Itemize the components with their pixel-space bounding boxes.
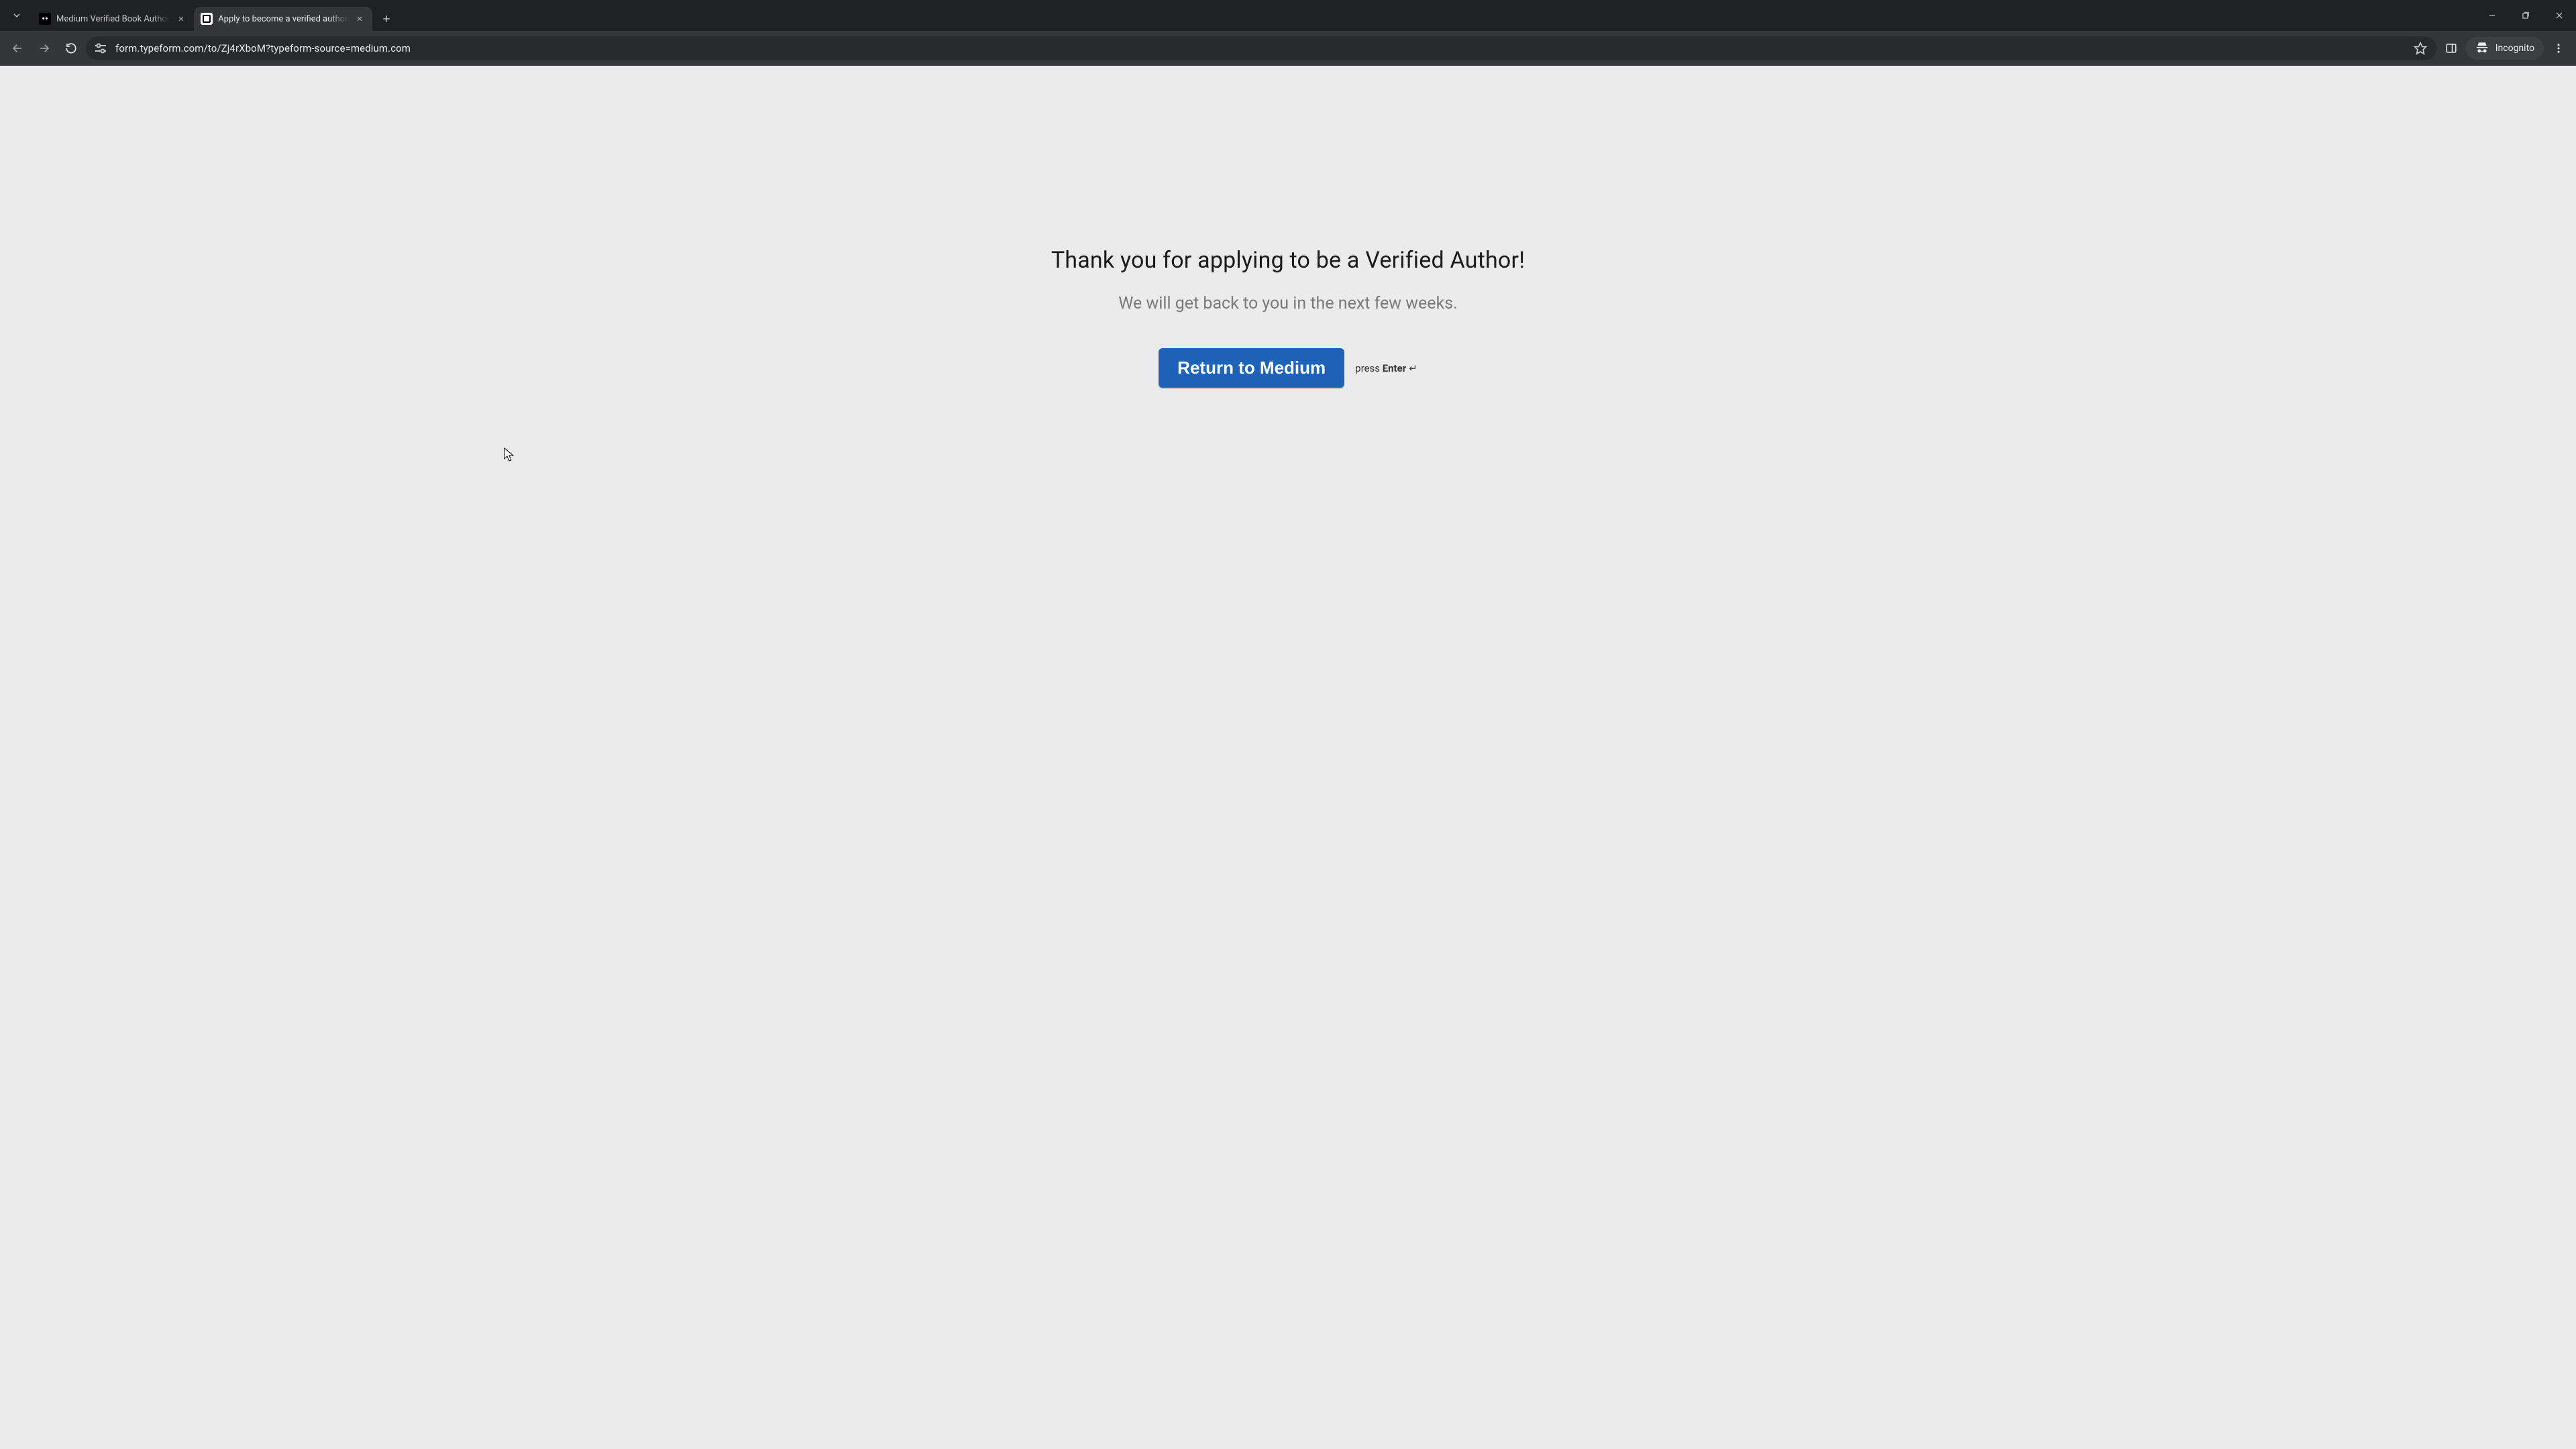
forward-button[interactable] — [32, 36, 56, 60]
minimize-button[interactable] — [2475, 0, 2509, 31]
tab-title: Medium Verified Book Author — [56, 14, 170, 24]
close-tab-button[interactable] — [175, 13, 187, 25]
plus-icon — [382, 14, 391, 23]
tab-apply-verified-author[interactable]: Apply to become a verified author — [194, 7, 372, 31]
close-icon — [178, 15, 184, 22]
toolbar: form.typeform.com/to/Zj4rXboM?typeform-s… — [0, 31, 2576, 66]
incognito-icon — [2475, 40, 2489, 56]
tab-search-button[interactable] — [5, 4, 28, 27]
window-controls — [2475, 0, 2576, 31]
bookmark-button[interactable] — [2411, 39, 2430, 58]
thank-you-screen: Thank you for applying to be a Verified … — [0, 66, 2576, 1449]
close-tab-button[interactable] — [354, 13, 366, 25]
side-panel-button[interactable] — [2439, 36, 2463, 60]
site-settings-button[interactable] — [93, 40, 109, 56]
close-icon — [356, 15, 363, 22]
arrow-left-icon — [11, 42, 23, 54]
reload-button[interactable] — [59, 36, 83, 60]
back-button[interactable] — [5, 36, 30, 60]
hint-key: Enter — [1383, 362, 1407, 374]
incognito-label: Incognito — [2496, 43, 2534, 54]
typeform-favicon-icon — [201, 13, 213, 25]
return-to-medium-button[interactable]: Return to Medium — [1159, 348, 1344, 388]
maximize-icon — [2521, 11, 2530, 20]
arrow-right-icon — [38, 42, 50, 54]
tune-icon — [93, 40, 109, 56]
tab-strip: •• Medium Verified Book Author Apply to … — [0, 0, 2576, 31]
address-bar[interactable]: form.typeform.com/to/Zj4rXboM?typeform-s… — [86, 36, 2436, 60]
medium-favicon-icon: •• — [39, 13, 51, 25]
cta-row: Return to Medium press Enter↵ — [1159, 348, 1417, 388]
browser-window: •• Medium Verified Book Author Apply to … — [0, 0, 2576, 1449]
maximize-button[interactable] — [2509, 0, 2542, 31]
chevron-down-icon — [11, 10, 22, 21]
browser-menu-button[interactable] — [2546, 36, 2571, 60]
page-heading: Thank you for applying to be a Verified … — [1051, 247, 1525, 274]
page-viewport: Thank you for applying to be a Verified … — [0, 66, 2576, 1449]
kebab-icon — [2553, 42, 2565, 54]
close-icon — [2555, 11, 2564, 20]
url-text: form.typeform.com/to/Zj4rXboM?typeform-s… — [115, 42, 2404, 54]
close-window-button[interactable] — [2542, 0, 2576, 31]
hint-prefix: press — [1355, 362, 1383, 374]
star-icon — [2414, 42, 2427, 55]
minimize-icon — [2487, 11, 2497, 20]
reload-icon — [65, 42, 77, 54]
tab-medium-verified[interactable]: •• Medium Verified Book Author — [32, 7, 194, 31]
new-tab-button[interactable] — [376, 9, 396, 29]
enter-glyph-icon: ↵ — [1409, 362, 1417, 374]
keyboard-hint: press Enter↵ — [1355, 362, 1417, 374]
side-panel-icon — [2445, 42, 2457, 54]
tab-title: Apply to become a verified author — [218, 14, 347, 24]
incognito-indicator[interactable]: Incognito — [2466, 37, 2544, 60]
page-subheading: We will get back to you in the next few … — [1118, 294, 1457, 313]
